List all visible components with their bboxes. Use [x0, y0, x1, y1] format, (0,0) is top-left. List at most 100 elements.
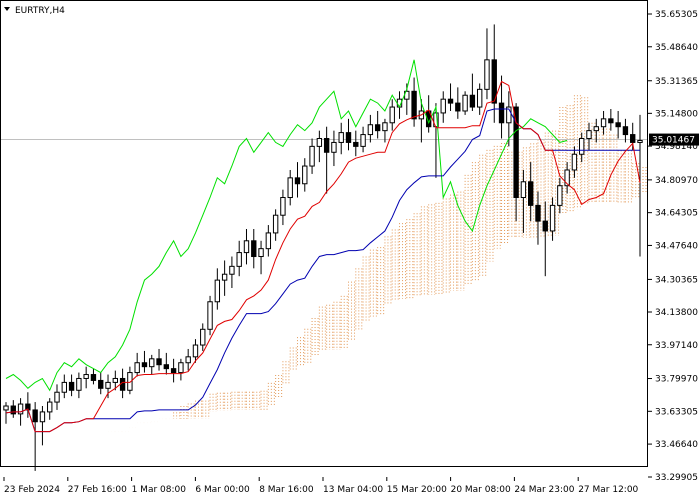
- candle-body: [229, 265, 235, 275]
- price-tick-label: 35.14800: [655, 109, 698, 119]
- candle-body: [528, 181, 534, 206]
- candle-body: [309, 145, 315, 167]
- candle-body: [484, 59, 490, 90]
- price-tick-label: 34.30365: [655, 275, 698, 285]
- candle-body: [54, 391, 60, 403]
- candle-body: [498, 102, 505, 124]
- candle-body: [345, 132, 352, 143]
- candle-body: [571, 153, 578, 171]
- candle-body: [32, 409, 38, 423]
- candle-body: [178, 362, 184, 374]
- candle-body: [323, 138, 330, 153]
- candle-body: [382, 122, 388, 132]
- candle-body: [214, 279, 221, 303]
- candle-body: [374, 124, 381, 132]
- candle-body: [105, 381, 111, 389]
- candle-body: [170, 368, 177, 374]
- price-tick-label: 33.63305: [655, 407, 698, 417]
- price-tick-label: 34.47640: [655, 241, 698, 251]
- candle-body: [520, 181, 527, 199]
- time-tick-label: 23 Feb 2024: [4, 485, 60, 495]
- candle-body: [535, 204, 541, 222]
- candle-body: [10, 405, 16, 415]
- price-tick-label: 34.13800: [655, 308, 698, 318]
- candle-body: [615, 122, 621, 128]
- candle-body: [119, 377, 126, 391]
- candle-body: [112, 377, 118, 383]
- bid-badge: 35.01467: [649, 133, 699, 146]
- candle-body: [447, 98, 454, 104]
- candle-body: [476, 88, 483, 108]
- candle-body: [134, 362, 140, 374]
- candle-body: [367, 124, 374, 136]
- candle-body: [622, 126, 629, 136]
- chart-canvas[interactable]: 35.6530535.4864035.3136535.1480034.98140…: [0, 0, 700, 500]
- candle-body: [3, 405, 9, 411]
- price-tick-label: 33.97140: [655, 341, 698, 351]
- candle-body: [221, 273, 228, 281]
- candle-body: [579, 138, 585, 155]
- price-tick-label: 33.79970: [655, 375, 698, 385]
- candle-body: [331, 141, 337, 153]
- candle-body: [76, 377, 82, 391]
- candle-body: [141, 362, 148, 368]
- candle-body: [243, 240, 250, 254]
- time-tick-label: 15 Mar 20:00: [387, 485, 447, 495]
- candle-body: [353, 141, 359, 147]
- time-tick-label: 20 Mar 08:00: [451, 485, 511, 495]
- bid-price-value: 35.01467: [652, 136, 695, 146]
- price-tick-label: 33.46640: [655, 440, 698, 450]
- candle-body: [316, 138, 323, 147]
- candle-body: [586, 130, 592, 140]
- candle-body: [251, 240, 257, 258]
- candle-body: [542, 220, 548, 232]
- time-tick-label: 24 Mar 23:00: [514, 485, 574, 495]
- candle-body: [455, 102, 461, 112]
- price-tick-label: 35.65305: [655, 10, 698, 20]
- candle-body: [389, 106, 395, 124]
- price-tick-label: 33.29905: [655, 473, 698, 483]
- candle-body: [98, 379, 104, 389]
- candle-body: [61, 381, 67, 393]
- candle-body: [47, 401, 53, 413]
- candle-body: [462, 94, 468, 112]
- candle-body: [90, 374, 97, 381]
- price-axis: 35.6530535.4864035.3136535.1480034.98140…: [648, 10, 698, 483]
- time-tick-label: 1 Mar 08:00: [132, 485, 187, 495]
- price-tick-label: 34.80970: [655, 176, 698, 186]
- time-tick-label: 13 Mar 04:00: [323, 485, 383, 495]
- chart-window[interactable]: 35.65305 35.48640 35.31365 35.14800 34.98140…: [0, 0, 700, 500]
- candle-body: [593, 126, 599, 132]
- candle-body: [469, 94, 476, 108]
- candle-body: [272, 214, 279, 234]
- candle-body: [149, 358, 155, 368]
- candle-body: [608, 118, 614, 124]
- candle-body: [39, 411, 46, 423]
- candle-body: [265, 232, 272, 250]
- price-tick-label: 34.64305: [655, 209, 698, 219]
- time-tick-label: 27 Mar 12:00: [578, 485, 638, 495]
- candle-body: [236, 252, 242, 267]
- candle-body: [192, 344, 199, 358]
- candle-body: [163, 364, 170, 370]
- candle-body: [207, 301, 213, 330]
- candle-body: [637, 139, 643, 143]
- candle-body: [287, 177, 293, 199]
- candle-body: [83, 374, 89, 379]
- candle-body: [440, 98, 446, 114]
- candle-body: [156, 358, 162, 366]
- candle-body: [302, 165, 308, 185]
- price-tick-label: 35.31365: [655, 77, 698, 87]
- candle-body: [411, 90, 417, 120]
- time-tick-label: 8 Mar 16:00: [259, 485, 314, 495]
- candle-body: [557, 185, 563, 206]
- candle-body: [630, 134, 636, 143]
- candle-body: [185, 356, 191, 364]
- candle-body: [280, 197, 286, 216]
- candle-body: [338, 132, 344, 143]
- price-tick-label: 35.48640: [655, 43, 698, 53]
- chart-symbol-title: EURTRY,H4: [15, 6, 65, 16]
- candle-body: [258, 248, 264, 258]
- candle-body: [200, 328, 206, 346]
- candle-body: [68, 381, 75, 391]
